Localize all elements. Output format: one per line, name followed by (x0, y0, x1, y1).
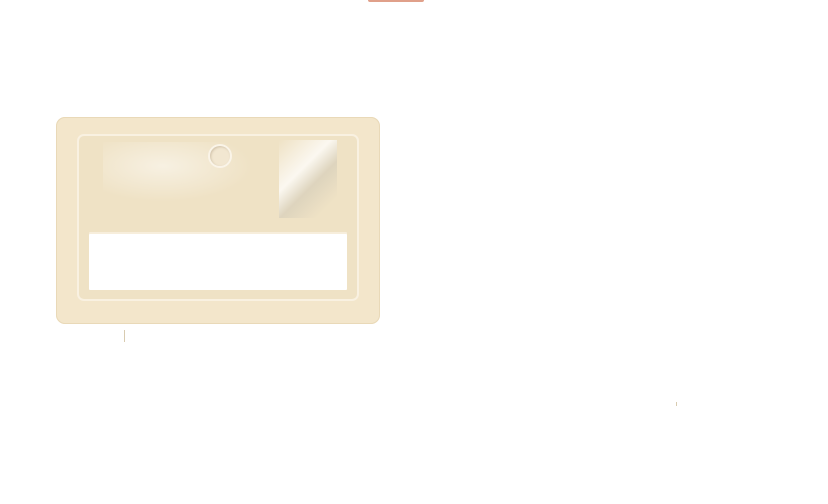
label-holder-frame (77, 134, 359, 301)
guide-mark (676, 402, 677, 406)
mounting-hole-icon (210, 146, 230, 166)
reflection-glare (103, 142, 253, 202)
guide-mark (124, 330, 125, 342)
reflection-glare-corner (279, 140, 337, 218)
label-holder-card (56, 117, 380, 324)
label-window (89, 234, 347, 290)
top-accent-bar (368, 0, 424, 2)
